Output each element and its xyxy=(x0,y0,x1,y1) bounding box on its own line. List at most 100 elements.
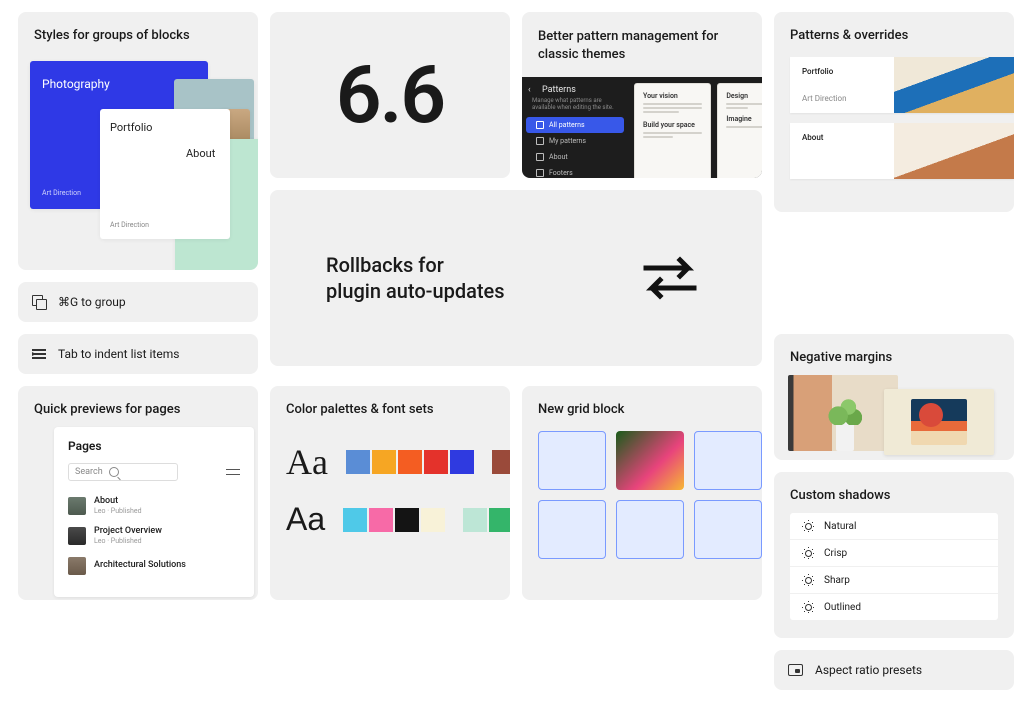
sun-icon xyxy=(802,547,814,559)
sun-icon xyxy=(802,520,814,532)
color-swatch[interactable] xyxy=(395,508,419,532)
leaves-shape xyxy=(828,395,862,425)
card-title: Color palettes & font sets xyxy=(286,402,494,417)
grid-icon xyxy=(536,121,544,129)
sidebar-item-footers[interactable]: Footers xyxy=(526,165,624,178)
chevron-left-icon[interactable]: ‹ xyxy=(528,85,531,95)
card-new-grid-block: New grid block xyxy=(522,386,762,600)
card-negative-margins: Negative margins xyxy=(774,334,1014,460)
card-styles-for-groups: Styles for groups of blocks Photography … xyxy=(18,12,258,270)
folder-icon xyxy=(536,137,544,145)
card-aspect-ratio-presets: Aspect ratio presets xyxy=(774,650,1014,690)
color-swatch[interactable] xyxy=(421,508,445,532)
page-row[interactable]: Architectural Solutions xyxy=(68,551,240,581)
palette-row xyxy=(343,508,445,532)
palette-row xyxy=(463,508,510,532)
shadow-item-natural[interactable]: Natural xyxy=(790,513,998,540)
color-swatch[interactable] xyxy=(463,508,487,532)
pattern-preview[interactable]: Design Imagine xyxy=(717,83,762,178)
shadow-item-outlined[interactable]: Outlined xyxy=(790,594,998,620)
mini-label: Tab to indent list items xyxy=(58,347,179,361)
pattern-row[interactable]: About xyxy=(790,123,1014,179)
indent-icon xyxy=(32,348,46,360)
style-layers-preview: Photography Art Direction Portfolio Art … xyxy=(30,61,242,256)
grid-cell[interactable] xyxy=(694,500,762,559)
layer-white: Portfolio Art Direction xyxy=(100,109,230,239)
pattern-preview[interactable]: Your vision Build your space xyxy=(634,83,711,178)
version-number: 6.6 xyxy=(336,48,444,142)
shadow-item-sharp[interactable]: Sharp xyxy=(790,567,998,594)
pattern-thumbnail xyxy=(894,123,1014,179)
page-thumbnail xyxy=(68,497,86,515)
color-swatch[interactable] xyxy=(398,450,422,474)
page-row[interactable]: AboutLeo · Published xyxy=(68,491,240,521)
card-custom-shadows: Custom shadows Natural Crisp Sharp Outli… xyxy=(774,472,1014,638)
color-swatch[interactable] xyxy=(346,450,370,474)
vase-shape xyxy=(836,421,854,451)
pages-panel-title: Pages xyxy=(68,439,240,453)
abstract-art xyxy=(911,399,967,445)
layer-sublabel: Art Direction xyxy=(42,189,81,197)
rollbacks-text: Rollbacks forplugin auto-updates xyxy=(326,252,505,304)
pattern-row-text: Portfolio Art Direction xyxy=(790,57,894,113)
sidebar-item-my-patterns[interactable]: My patterns xyxy=(526,133,624,149)
layer-about-label: About xyxy=(186,147,215,160)
color-swatch[interactable] xyxy=(372,450,396,474)
card-color-palettes: Color palettes & font sets Aa Aa xyxy=(270,386,510,600)
pattern-thumbnail xyxy=(894,57,1014,113)
search-input[interactable]: Search xyxy=(68,463,178,481)
palette-row xyxy=(492,450,510,474)
card-title: Negative margins xyxy=(790,350,998,365)
mini-label: Aspect ratio presets xyxy=(815,663,922,677)
dark-sidebar-subtitle: Manage what patterns are available when … xyxy=(522,97,628,117)
card-pattern-management: Better pattern management for classic th… xyxy=(522,12,762,178)
sidebar-item-about[interactable]: About xyxy=(526,149,624,165)
sun-icon xyxy=(802,601,814,613)
grid-cell[interactable] xyxy=(694,431,762,490)
card-quick-previews: Quick previews for pages Pages Search Ab… xyxy=(18,386,258,600)
card-title: Custom shadows xyxy=(790,488,998,503)
card-cmd-g-to-group: ⌘G to group xyxy=(18,282,258,322)
color-swatch[interactable] xyxy=(450,450,474,474)
card-title: Patterns & overrides xyxy=(790,28,998,43)
aspect-ratio-icon xyxy=(788,664,803,676)
color-swatch[interactable] xyxy=(492,450,510,474)
grid-preview xyxy=(538,431,762,559)
card-title: New grid block xyxy=(538,402,746,417)
card-patterns-overrides: Patterns & overrides Portfolio Art Direc… xyxy=(774,12,1014,212)
mini-label: ⌘G to group xyxy=(58,295,126,309)
shadow-list: Natural Crisp Sharp Outlined xyxy=(790,513,998,620)
card-rollbacks: Rollbacks forplugin auto-updates xyxy=(270,190,762,366)
page-row[interactable]: Project OverviewLeo · Published xyxy=(68,521,240,551)
grid-cell[interactable] xyxy=(538,500,606,559)
color-swatch[interactable] xyxy=(343,508,367,532)
layer-label: Portfolio xyxy=(110,121,152,134)
dark-sidebar-title: Patterns xyxy=(522,77,628,97)
color-swatch[interactable] xyxy=(489,508,510,532)
sidebar-item-all-patterns[interactable]: All patterns xyxy=(526,117,624,133)
card-version: 6.6 xyxy=(270,12,510,178)
card-tab-to-indent: Tab to indent list items xyxy=(18,334,258,374)
grid-cell[interactable] xyxy=(538,431,606,490)
card-title: Better pattern management for classic th… xyxy=(538,28,728,63)
grid-cell-image[interactable] xyxy=(616,431,684,490)
neg-margin-preview xyxy=(788,375,998,455)
sort-icon[interactable] xyxy=(226,467,240,477)
pattern-previews: Your vision Build your space Design Imag… xyxy=(634,83,762,178)
color-swatch[interactable] xyxy=(369,508,393,532)
layer-label: Photography xyxy=(42,77,110,91)
font-sample-sans: Aa xyxy=(286,501,325,538)
card-title: Quick previews for pages xyxy=(34,402,242,417)
layer-sublabel: Art Direction xyxy=(110,221,149,229)
search-placeholder: Search xyxy=(75,467,103,477)
dark-sidebar: ‹ Patterns Manage what patterns are avai… xyxy=(522,77,628,178)
group-icon xyxy=(32,295,46,309)
color-swatch[interactable] xyxy=(424,450,448,474)
folder-icon xyxy=(536,169,544,177)
pattern-row[interactable]: Portfolio Art Direction xyxy=(790,57,1014,113)
feature-grid: Styles for groups of blocks Photography … xyxy=(0,0,1024,702)
grid-cell[interactable] xyxy=(616,500,684,559)
shadow-item-crisp[interactable]: Crisp xyxy=(790,540,998,567)
folder-icon xyxy=(536,153,544,161)
photo-a xyxy=(788,375,898,451)
